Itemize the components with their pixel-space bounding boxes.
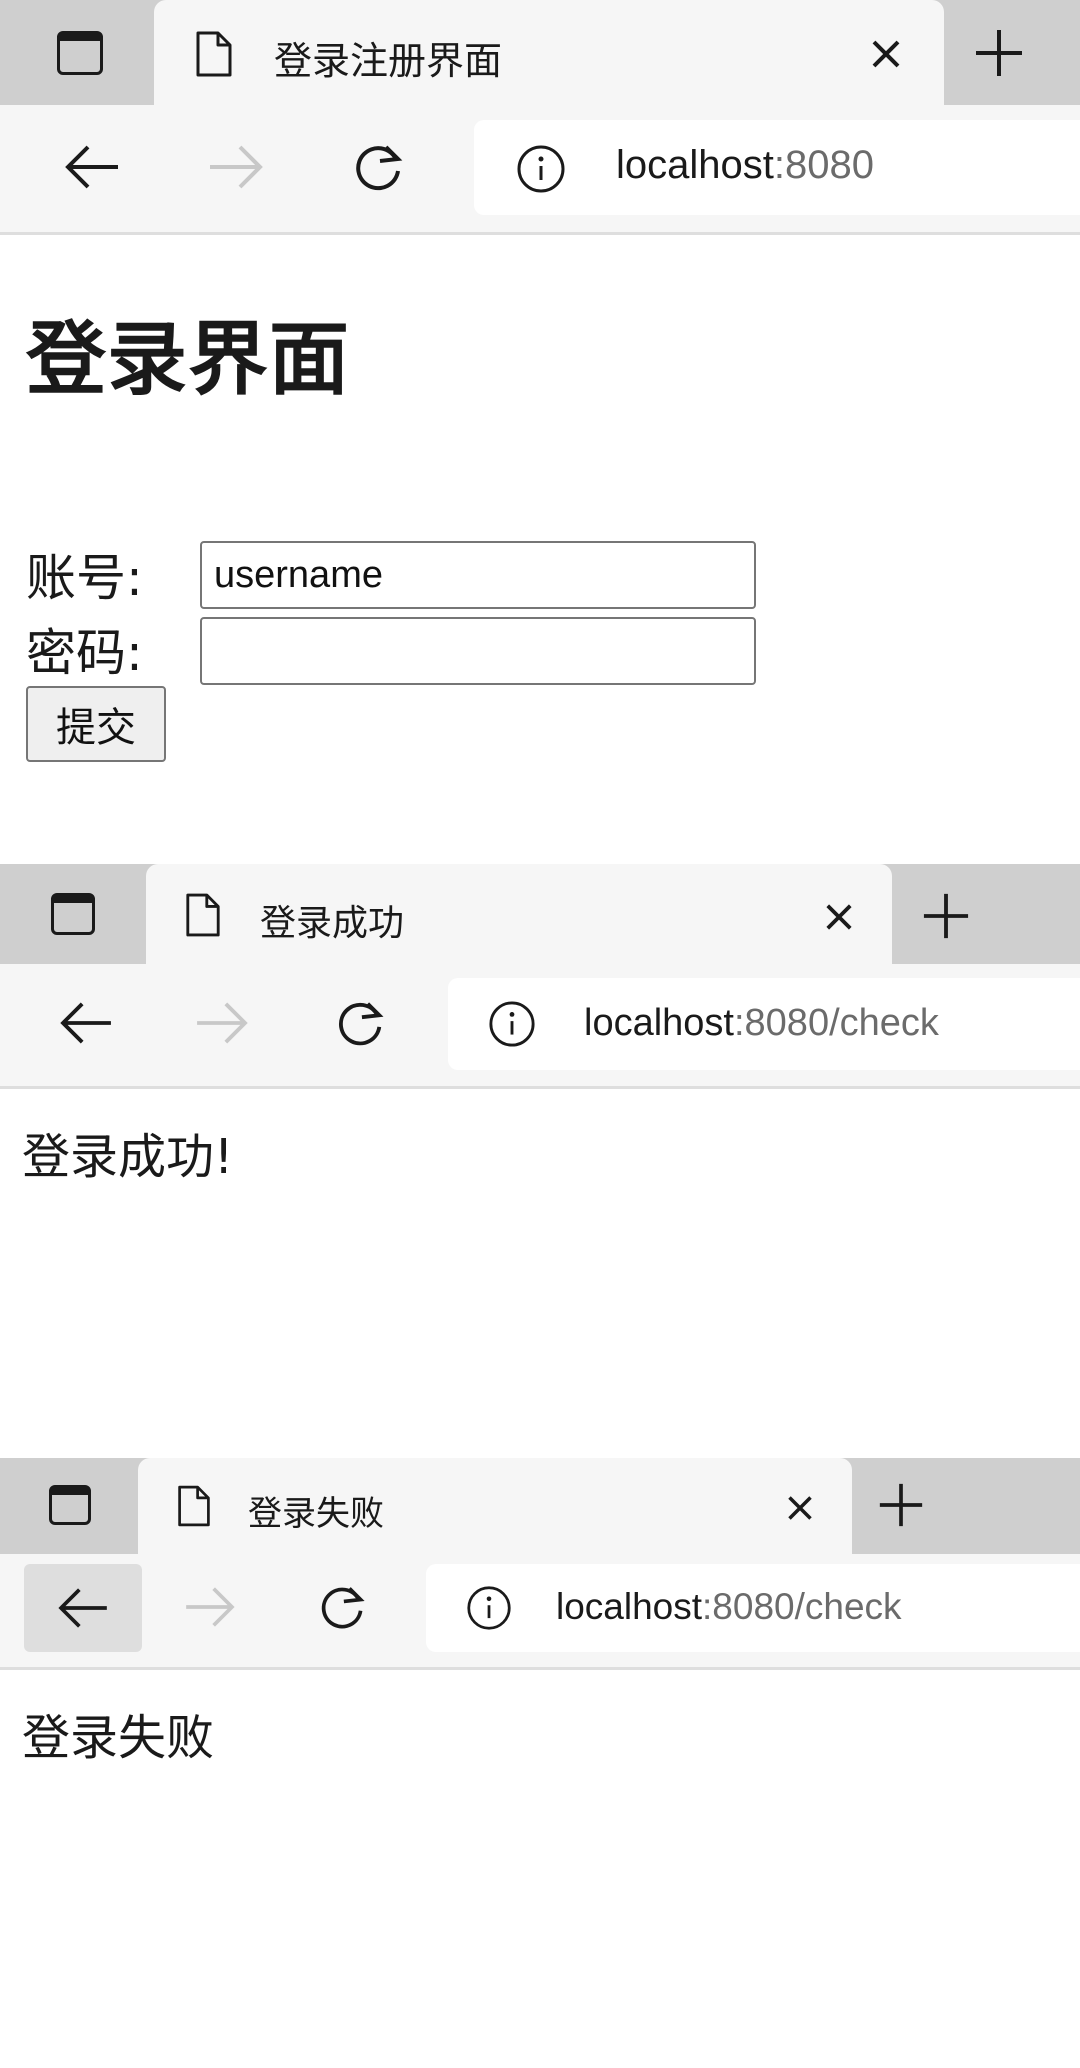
forward-button[interactable] [194, 127, 278, 207]
navigation-toolbar: localhost:8080/check [0, 964, 1080, 1089]
arrow-right-icon [197, 1002, 248, 1044]
address-bar[interactable]: localhost:8080 [474, 120, 1080, 215]
url-text: localhost:8080/check [556, 1586, 902, 1628]
tab-actions-icon[interactable] [42, 1480, 98, 1530]
plus-icon[interactable] [922, 892, 970, 940]
username-input[interactable] [200, 541, 756, 609]
navigation-toolbar: localhost:8080/check [0, 1554, 1080, 1670]
info-icon[interactable] [466, 1585, 512, 1631]
page-content: 登录失败 [0, 1670, 1080, 2068]
reload-icon [321, 1587, 365, 1629]
browser-window-failure: 登录失败 localhost:8080/check 登录失败 [0, 1458, 1080, 2068]
page-title: 登录界面 [26, 313, 350, 406]
info-icon[interactable] [516, 144, 566, 194]
close-icon[interactable] [824, 902, 854, 932]
tab-strip: 登录成功 [0, 864, 1080, 964]
url-path: :8080/check [702, 1586, 902, 1627]
submit-button[interactable]: 提交 [26, 686, 166, 762]
page-content: 登录界面 账号: 密码: 提交 [0, 235, 1080, 860]
tab-active[interactable]: 登录成功 [146, 864, 892, 964]
tab-title: 登录成功 [260, 903, 405, 944]
close-icon[interactable] [786, 1494, 814, 1522]
page-icon [178, 1485, 210, 1527]
tab-strip: 登录失败 [0, 1458, 1080, 1554]
address-bar[interactable]: localhost:8080/check [448, 978, 1080, 1070]
reload-icon [338, 1002, 384, 1046]
plus-icon[interactable] [974, 28, 1024, 78]
reload-button[interactable] [320, 984, 400, 1062]
arrow-right-icon [186, 1587, 235, 1627]
tab-active[interactable]: 登录失败 [138, 1458, 852, 1554]
close-icon[interactable] [870, 38, 902, 70]
browser-window-success: 登录成功 localhost:8080/check 登录成功! [0, 864, 1080, 1458]
url-host: localhost [556, 1586, 703, 1627]
url-text: localhost:8080/check [584, 1002, 939, 1045]
forward-button[interactable] [182, 984, 262, 1062]
browser-window-login: 登录注册界面 localhost:8080 登录界面 账号: username … [0, 0, 1080, 860]
url-host: localhost [584, 1002, 734, 1044]
status-message: 登录成功! [22, 1129, 234, 1185]
page-icon [196, 31, 232, 77]
back-button[interactable] [24, 1564, 142, 1652]
back-button[interactable] [50, 127, 134, 207]
url-host: localhost [616, 143, 774, 187]
tab-title: 登录失败 [248, 1494, 384, 1534]
url-text: localhost:8080 [616, 143, 874, 188]
arrow-left-icon [58, 1588, 107, 1628]
navigation-toolbar: localhost:8080 [0, 105, 1080, 235]
back-button[interactable] [46, 984, 126, 1062]
info-icon[interactable] [488, 1000, 536, 1048]
url-path: :8080 [773, 143, 874, 187]
tab-actions-icon[interactable] [44, 888, 102, 940]
forward-button[interactable] [172, 1568, 248, 1646]
arrow-left-icon [65, 145, 118, 189]
tab-actions-icon[interactable] [50, 26, 110, 80]
reload-icon [356, 145, 403, 191]
tab-title: 登录注册界面 [274, 39, 503, 83]
password-label: 密码: [26, 624, 143, 682]
tab-active[interactable]: 登录注册界面 [154, 0, 944, 105]
arrow-right-icon [210, 145, 263, 189]
address-bar[interactable]: localhost:8080/check [426, 1564, 1080, 1652]
password-input[interactable] [200, 617, 756, 685]
reload-button[interactable] [336, 127, 420, 207]
page-icon [186, 893, 220, 937]
arrow-left-icon [60, 1002, 111, 1044]
status-message: 登录失败 [22, 1710, 215, 1766]
tab-strip: 登录注册界面 [0, 0, 1080, 105]
url-path: :8080/check [733, 1002, 939, 1044]
reload-button[interactable] [304, 1568, 380, 1646]
plus-icon[interactable] [878, 1482, 924, 1528]
username-label: 账号: [26, 549, 143, 607]
page-content: 登录成功! [0, 1089, 1080, 1458]
